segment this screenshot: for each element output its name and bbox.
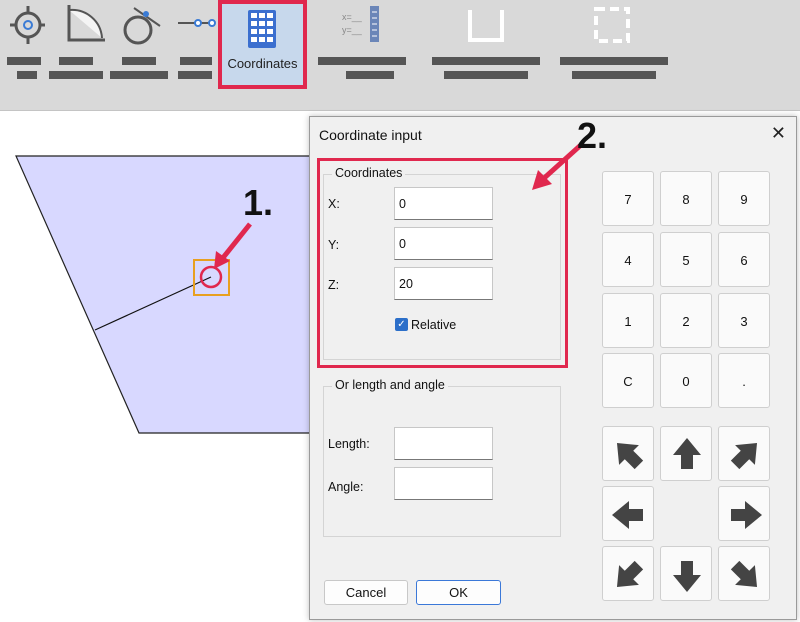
angle-field[interactable]	[394, 467, 493, 500]
close-icon[interactable]: ✕	[771, 123, 786, 144]
keypad-key[interactable]: 8	[660, 171, 712, 226]
arrow-down-right-icon	[730, 560, 758, 588]
cancel-button[interactable]: Cancel	[324, 580, 408, 605]
arrow-down-button[interactable]	[660, 546, 712, 601]
svg-text:y=__: y=__	[342, 25, 363, 35]
arrow-up-left-button[interactable]	[602, 426, 654, 481]
tool-dashed-frame[interactable]	[558, 0, 670, 92]
step-1-label: 1.	[243, 182, 274, 223]
open-frame-icon	[468, 10, 504, 42]
keypad-key[interactable]: 4	[602, 232, 654, 287]
crosshair-icon	[10, 6, 45, 44]
length-angle-group-label: Or length and angle	[332, 378, 448, 392]
arrow-up-right-icon	[730, 442, 758, 470]
angle-label: Angle:	[328, 480, 364, 494]
keypad-key[interactable]: 7	[602, 171, 654, 226]
coordinates-tool-label: Coordinates	[227, 56, 298, 71]
keypad-key[interactable]: C	[602, 353, 654, 408]
keypad-key[interactable]: 6	[718, 232, 770, 287]
arrow-right-icon	[731, 501, 762, 529]
tool-open-frame[interactable]	[430, 0, 542, 92]
length-label: Length:	[328, 437, 370, 451]
keypad-key[interactable]: 2	[660, 293, 712, 348]
keypad-key[interactable]: 3	[718, 293, 770, 348]
arrow-up-icon	[673, 438, 701, 469]
arrow-down-right-button[interactable]	[718, 546, 770, 601]
keypad-icon	[248, 10, 276, 48]
arrow-right-button[interactable]	[718, 486, 770, 541]
tool-snap-point[interactable]	[0, 0, 45, 92]
ok-button[interactable]: OK	[416, 580, 501, 605]
arrow-down-left-button[interactable]	[602, 546, 654, 601]
dashed-frame-icon	[594, 7, 630, 43]
arrow-down-left-icon	[616, 560, 644, 588]
arrow-up-right-button[interactable]	[718, 426, 770, 481]
tool-tangent-circle[interactable]	[108, 0, 170, 92]
arrow-up-left-icon	[616, 442, 644, 470]
arrow-down-icon	[673, 561, 701, 592]
svg-text:x=__: x=__	[342, 12, 363, 22]
keypad-key[interactable]: 0	[660, 353, 712, 408]
dialog-title: Coordinate input	[319, 127, 422, 143]
toolbar: Coordinates x=__ y=__	[0, 0, 800, 111]
length-field[interactable]	[394, 427, 493, 460]
tool-line-points[interactable]	[172, 0, 216, 92]
keypad-key[interactable]: 1	[602, 293, 654, 348]
keypad-key[interactable]: 9	[718, 171, 770, 226]
angle-arc-icon	[67, 5, 105, 42]
keypad-key[interactable]: .	[718, 353, 770, 408]
arrow-up-button[interactable]	[660, 426, 712, 481]
line-points-icon	[178, 19, 216, 27]
step-2-label: 2.	[577, 115, 608, 156]
tangent-circle-icon	[123, 7, 161, 45]
arrow-left-icon	[612, 501, 643, 529]
keypad-key[interactable]: 5	[660, 232, 712, 287]
arrow-left-button[interactable]	[602, 486, 654, 541]
coordinates-tool-button[interactable]: Coordinates	[218, 0, 307, 89]
tool-quarter-arc[interactable]	[47, 0, 107, 92]
length-angle-group: Or length and angle	[323, 378, 561, 537]
tool-xy-input[interactable]: x=__ y=__	[316, 0, 408, 92]
ruler-icon: x=__ y=__	[342, 6, 379, 42]
